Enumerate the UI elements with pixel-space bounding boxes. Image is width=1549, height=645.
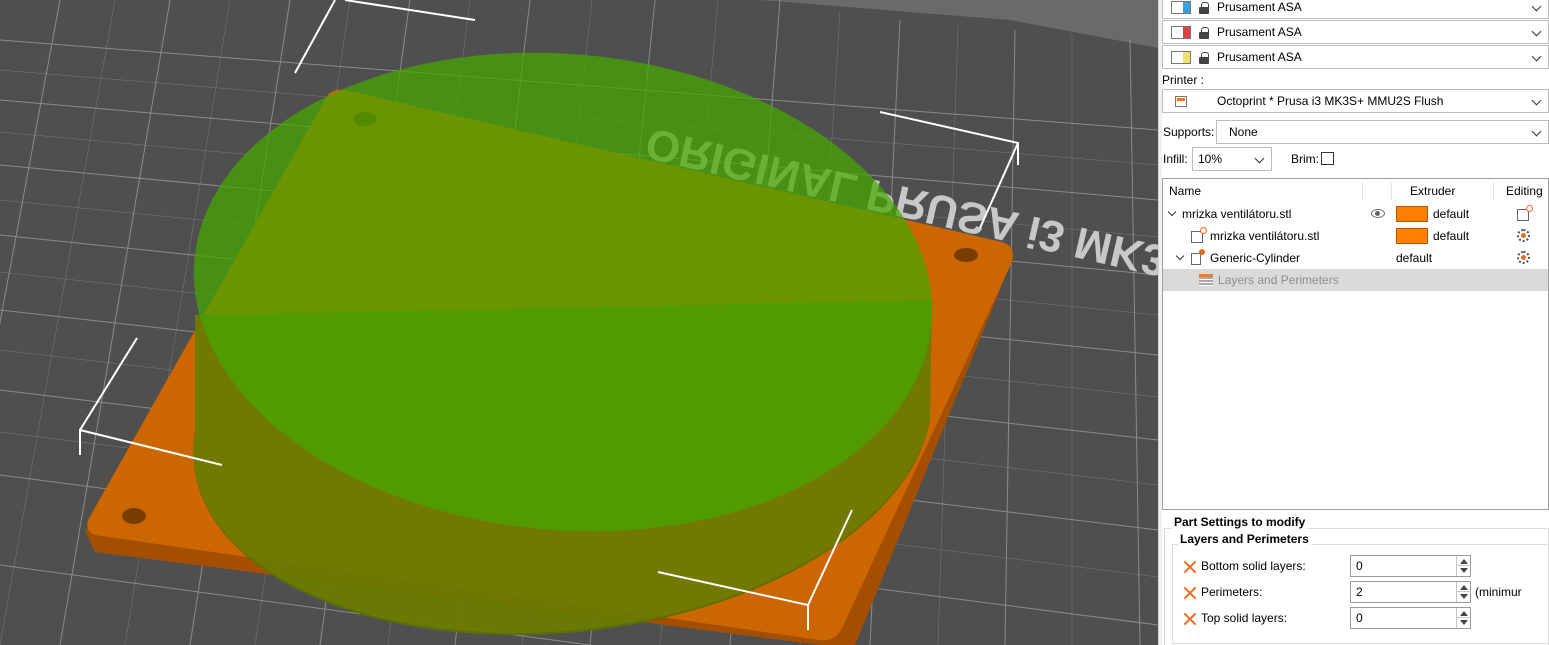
column-header-name[interactable]: Name [1169,179,1201,203]
printer-value: Octoprint * Prusa i3 MK3S+ MMU2S Flush [1217,94,1444,108]
brim-checkbox[interactable] [1321,152,1334,165]
bottom-solid-layers-label: Bottom solid layers: [1201,559,1306,573]
chevron-down-icon[interactable] [1255,154,1265,164]
filament-swatch [1171,51,1191,64]
modifier-name: Generic-Cylinder [1210,251,1301,265]
filament-label: Prusament ASA [1217,0,1302,14]
spin-down-icon[interactable] [1460,568,1468,573]
part-name: mrizka ventilátoru.stl [1210,229,1320,243]
settings-name: Layers and Perimeters [1218,273,1339,287]
supports-value: None [1229,125,1258,139]
perimeters-label: Perimeters: [1201,585,1263,599]
spin-down-icon[interactable] [1460,620,1468,625]
layers-icon [1199,274,1213,286]
filament-combo-2[interactable]: Prusament ASA [1162,20,1549,44]
filament-swatch [1171,1,1191,14]
filament-color-3 [1183,52,1190,63]
gear-icon[interactable] [1517,229,1530,242]
extruder-value[interactable]: default [1433,203,1469,225]
infill-value: 10% [1198,152,1223,166]
chevron-down-icon[interactable] [1532,127,1542,137]
spin-buttons[interactable] [1456,556,1471,576]
spin-buttons[interactable] [1456,608,1471,628]
part-settings-panel: Part Settings to modify Layers and Perim… [1162,515,1549,645]
part-settings-title: Part Settings to modify [1172,515,1308,529]
object-name: mrizka ventilátoru.stl [1182,207,1292,221]
perimeters-value[interactable]: 2 [1356,585,1363,599]
column-header-editing[interactable]: Editing [1506,179,1543,203]
chevron-down-icon[interactable] [1168,209,1176,217]
supports-combo[interactable]: None [1216,120,1549,144]
spin-buttons[interactable] [1456,582,1471,602]
part-row[interactable]: mrizka ventilátoru.stl default [1163,225,1548,247]
chevron-down-icon[interactable] [1176,253,1184,261]
object-list[interactable]: Name Extruder Editing mrizka ventilátoru… [1162,178,1549,510]
edit-object-icon[interactable] [1517,205,1533,221]
extruder-color-swatch[interactable] [1396,206,1428,222]
part-icon [1191,227,1207,243]
supports-label: Supports: [1163,125,1215,139]
filament-label: Prusament ASA [1217,50,1302,64]
chevron-down-icon[interactable] [1532,52,1542,62]
infill-combo[interactable]: 10% [1192,147,1272,171]
spin-divider [1457,565,1471,566]
eye-icon[interactable] [1371,209,1385,218]
gear-icon[interactable] [1517,251,1530,264]
column-separator [1391,182,1392,200]
filament-label: Prusament ASA [1217,25,1302,39]
chevron-down-icon[interactable] [1532,27,1542,37]
extruder-value[interactable]: default [1433,225,1469,247]
mount-hole [954,248,978,262]
mount-hole [122,508,146,524]
printer-icon [1175,96,1187,107]
top-solid-layers-label: Top solid layers: [1201,611,1288,625]
filament-swatch [1171,26,1191,39]
bottom-solid-layers-value[interactable]: 0 [1356,559,1363,573]
lock-icon [1199,27,1209,39]
settings-row[interactable]: Layers and Perimeters [1163,269,1548,291]
lock-icon [1199,2,1209,14]
spin-down-icon[interactable] [1460,594,1468,599]
filament-combo-1[interactable]: Prusament ASA [1162,0,1549,19]
filament-combo-3[interactable]: Prusament ASA [1162,45,1549,69]
column-separator [1493,182,1494,200]
remove-icon[interactable] [1183,612,1197,626]
scene-canvas[interactable]: ORIGINAL PRUSA i3 MK3 [0,0,1158,645]
spin-up-icon[interactable] [1460,611,1468,616]
brim-label: Brim: [1291,152,1319,166]
extruder-color-swatch[interactable] [1396,228,1428,244]
modifier-icon [1191,249,1205,265]
layers-group-title: Layers and Perimeters [1178,532,1311,546]
filament-color-2 [1183,27,1190,38]
sidebar-panel: Prusament ASA Prusament ASA Prusament AS… [1162,0,1549,645]
lock-icon [1199,52,1209,64]
chevron-down-icon[interactable] [1532,2,1542,12]
filament-color-1 [1183,2,1190,13]
column-separator [1362,182,1363,200]
object-row[interactable]: mrizka ventilátoru.stl default [1163,203,1548,225]
spin-up-icon[interactable] [1460,559,1468,564]
3d-viewport[interactable]: ORIGINAL PRUSA i3 MK3 [0,0,1158,645]
chevron-down-icon[interactable] [1532,96,1542,106]
remove-icon[interactable] [1183,560,1197,574]
top-solid-layers-input[interactable]: 0 [1350,607,1471,629]
perimeters-suffix: (minimur [1475,585,1522,599]
printer-combo[interactable]: Octoprint * Prusa i3 MK3S+ MMU2S Flush [1162,89,1549,113]
column-header-extruder[interactable]: Extruder [1410,179,1455,203]
extruder-value[interactable]: default [1396,247,1432,269]
spin-divider [1457,591,1471,592]
spin-divider [1457,617,1471,618]
spin-up-icon[interactable] [1460,585,1468,590]
printer-label: Printer : [1162,73,1205,87]
top-solid-layers-value[interactable]: 0 [1356,611,1363,625]
bottom-solid-layers-input[interactable]: 0 [1350,555,1471,577]
perimeters-input[interactable]: 2 [1350,581,1471,603]
modifier-row[interactable]: Generic-Cylinder default [1163,247,1548,269]
remove-icon[interactable] [1183,586,1197,600]
infill-label: Infill: [1163,152,1188,166]
